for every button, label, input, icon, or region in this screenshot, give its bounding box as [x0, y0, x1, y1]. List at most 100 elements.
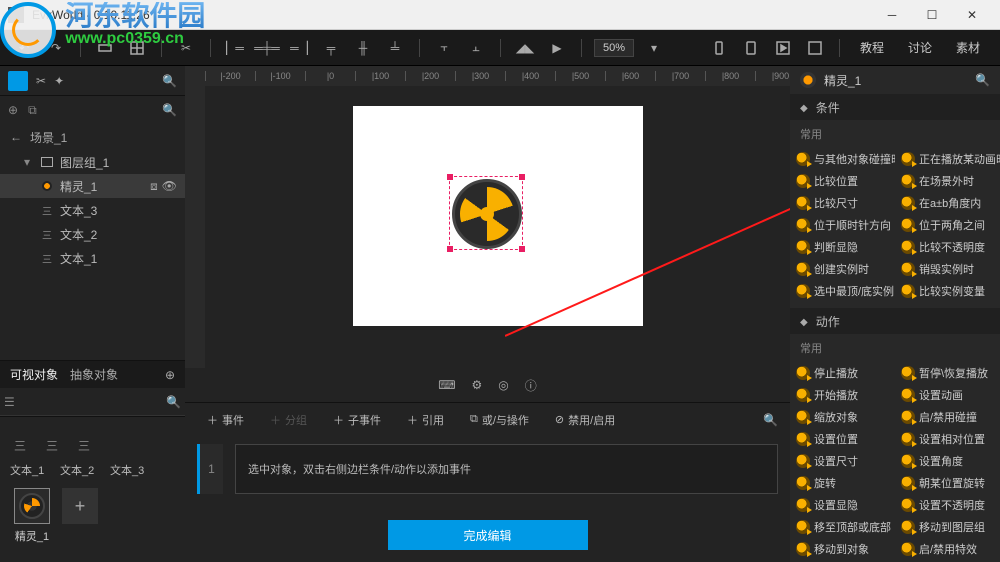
- minimize-button[interactable]: ─: [872, 3, 912, 27]
- obj-tab-2[interactable]: 文本_2: [60, 462, 100, 478]
- distribute-h-button[interactable]: ⫟: [432, 36, 456, 60]
- wand-icon[interactable]: ✦: [54, 74, 64, 88]
- action-item[interactable]: 在a±b角度内: [895, 192, 1000, 214]
- signal-icon[interactable]: ⓘ: [525, 377, 537, 394]
- flip-h-button[interactable]: ◢◣: [513, 36, 537, 60]
- action-item[interactable]: 设置不透明度: [895, 494, 1000, 516]
- nav-discuss[interactable]: 讨论: [900, 39, 940, 56]
- abstract-objects-tab[interactable]: 抽象对象: [70, 366, 118, 383]
- distribute-v-button[interactable]: ⫠: [464, 36, 488, 60]
- layer-text3-row[interactable]: 三 文本_3: [0, 198, 185, 222]
- resize-handle-tl[interactable]: [447, 174, 453, 180]
- layer-group-row[interactable]: ▾ 图层组_1: [0, 150, 185, 174]
- globe-icon[interactable]: ◎: [498, 378, 508, 392]
- action-item[interactable]: 启/禁用碰撞: [895, 406, 1000, 428]
- search-icon[interactable]: 🔍: [162, 103, 177, 117]
- align-top-button[interactable]: ╤: [319, 36, 343, 60]
- conditions-section-header[interactable]: 条件: [790, 94, 1000, 120]
- action-item[interactable]: 比较尺寸: [790, 192, 895, 214]
- list-view-icon[interactable]: ☰: [4, 395, 15, 409]
- action-item[interactable]: 位于两角之间: [895, 214, 1000, 236]
- action-item[interactable]: 在场景外时: [895, 170, 1000, 192]
- add-object-icon[interactable]: ⊕: [165, 368, 175, 382]
- preview-button[interactable]: [771, 36, 795, 60]
- obj-tab-3[interactable]: 文本_3: [110, 462, 150, 478]
- close-button[interactable]: ✕: [952, 3, 992, 27]
- event-placeholder[interactable]: 选中对象，双击右侧边栏条件/动作以添加事件: [235, 444, 778, 494]
- eye-icon[interactable]: 👁: [162, 179, 177, 194]
- obj-tab-1[interactable]: 文本_1: [10, 462, 50, 478]
- align-middle-button[interactable]: ╫: [351, 36, 375, 60]
- zoom-dropdown-icon[interactable]: ▾: [642, 36, 666, 60]
- align-left-button[interactable]: ▏═: [223, 36, 247, 60]
- action-item[interactable]: 旋转: [790, 472, 895, 494]
- layer-text2-row[interactable]: 三 文本_2: [0, 222, 185, 246]
- action-item[interactable]: 设置角度: [895, 450, 1000, 472]
- nav-tutorial[interactable]: 教程: [852, 39, 892, 56]
- action-item[interactable]: 移至顶部或底部: [790, 516, 895, 538]
- add-event-button[interactable]: ＋事件: [197, 408, 254, 432]
- sprite-graphic[interactable]: [452, 179, 522, 249]
- action-item[interactable]: 设置动画: [895, 384, 1000, 406]
- stage[interactable]: [353, 106, 643, 326]
- crop-icon[interactable]: ✂: [36, 74, 46, 88]
- redo-button[interactable]: ↷: [44, 36, 68, 60]
- layer-sprite-row[interactable]: 精灵_1 ⧈ 👁: [0, 174, 185, 198]
- layer-text1-row[interactable]: 三 文本_1: [0, 246, 185, 270]
- device-phone-icon[interactable]: [707, 36, 731, 60]
- scene-row[interactable]: ← 场景_1: [0, 124, 185, 150]
- zoom-select[interactable]: 50%: [594, 39, 634, 57]
- search-icon[interactable]: 🔍: [162, 74, 177, 88]
- action-item[interactable]: 比较实例变量: [895, 280, 1000, 302]
- action-item[interactable]: 销毁实例时: [895, 258, 1000, 280]
- toggle-grid-button[interactable]: [125, 36, 149, 60]
- selected-sprite-bbox[interactable]: [449, 176, 523, 250]
- add-child-event-button[interactable]: ＋子事件: [323, 408, 391, 432]
- sprite-thumb-item[interactable]: 精灵_1: [14, 488, 50, 544]
- keyboard-icon[interactable]: ⌨: [438, 378, 455, 392]
- flip-v-button[interactable]: ▶: [545, 36, 569, 60]
- align-center-button[interactable]: ═╪═: [255, 36, 279, 60]
- action-item[interactable]: 朝某位置旋转: [895, 472, 1000, 494]
- device-tablet-icon[interactable]: [739, 36, 763, 60]
- action-item[interactable]: 启/禁用特效: [895, 538, 1000, 560]
- lock-icon[interactable]: ⧈: [150, 179, 158, 194]
- action-item[interactable]: 比较位置: [790, 170, 895, 192]
- add-icon[interactable]: ⊕: [8, 103, 18, 117]
- action-item[interactable]: 创建实例时: [790, 258, 895, 280]
- action-item[interactable]: 与其他对象碰撞时: [790, 148, 895, 170]
- action-item[interactable]: 判断显隐: [790, 236, 895, 258]
- actions-section-header[interactable]: 动作: [790, 308, 1000, 334]
- action-item[interactable]: 停止播放: [790, 362, 895, 384]
- finish-edit-button[interactable]: 完成编辑: [388, 520, 588, 550]
- action-item[interactable]: 设置相对位置: [895, 428, 1000, 450]
- resize-handle-tr[interactable]: [519, 174, 525, 180]
- resize-handle-bl[interactable]: [447, 246, 453, 252]
- search-icon[interactable]: 🔍: [166, 395, 181, 409]
- add-quote-button[interactable]: ＋引用: [397, 408, 454, 432]
- canvas-area[interactable]: |-200|-100|0|100|200|300|400|500|600|700…: [185, 66, 790, 368]
- or-and-button[interactable]: ⧉或/与操作: [460, 408, 539, 432]
- search-icon[interactable]: 🔍: [763, 413, 778, 427]
- action-item[interactable]: 设置位置: [790, 428, 895, 450]
- action-item[interactable]: 选中最顶/底实例: [790, 280, 895, 302]
- action-item[interactable]: 设置尺寸: [790, 450, 895, 472]
- gear-icon[interactable]: ⚙: [472, 378, 483, 392]
- action-item[interactable]: 正在播放某动画时: [895, 148, 1000, 170]
- left-tab-scene-icon[interactable]: [8, 71, 28, 91]
- toggle-ruler-button[interactable]: [93, 36, 117, 60]
- action-item[interactable]: 缩放对象: [790, 406, 895, 428]
- action-item[interactable]: 设置显隐: [790, 494, 895, 516]
- action-item[interactable]: 移动到图层组: [895, 516, 1000, 538]
- scissors-button[interactable]: ✂: [174, 36, 198, 60]
- action-item[interactable]: 移动到对象: [790, 538, 895, 560]
- visible-objects-tab[interactable]: 可视对象: [10, 366, 58, 383]
- resize-handle-br[interactable]: [519, 246, 525, 252]
- undo-button[interactable]: ↶: [12, 36, 36, 60]
- disable-enable-button[interactable]: ⊘禁用/启用: [545, 408, 625, 432]
- fullscreen-button[interactable]: [803, 36, 827, 60]
- align-bottom-button[interactable]: ╧: [383, 36, 407, 60]
- action-item[interactable]: 开始播放: [790, 384, 895, 406]
- action-item[interactable]: 暂停\恢复播放: [895, 362, 1000, 384]
- nav-material[interactable]: 素材: [948, 39, 988, 56]
